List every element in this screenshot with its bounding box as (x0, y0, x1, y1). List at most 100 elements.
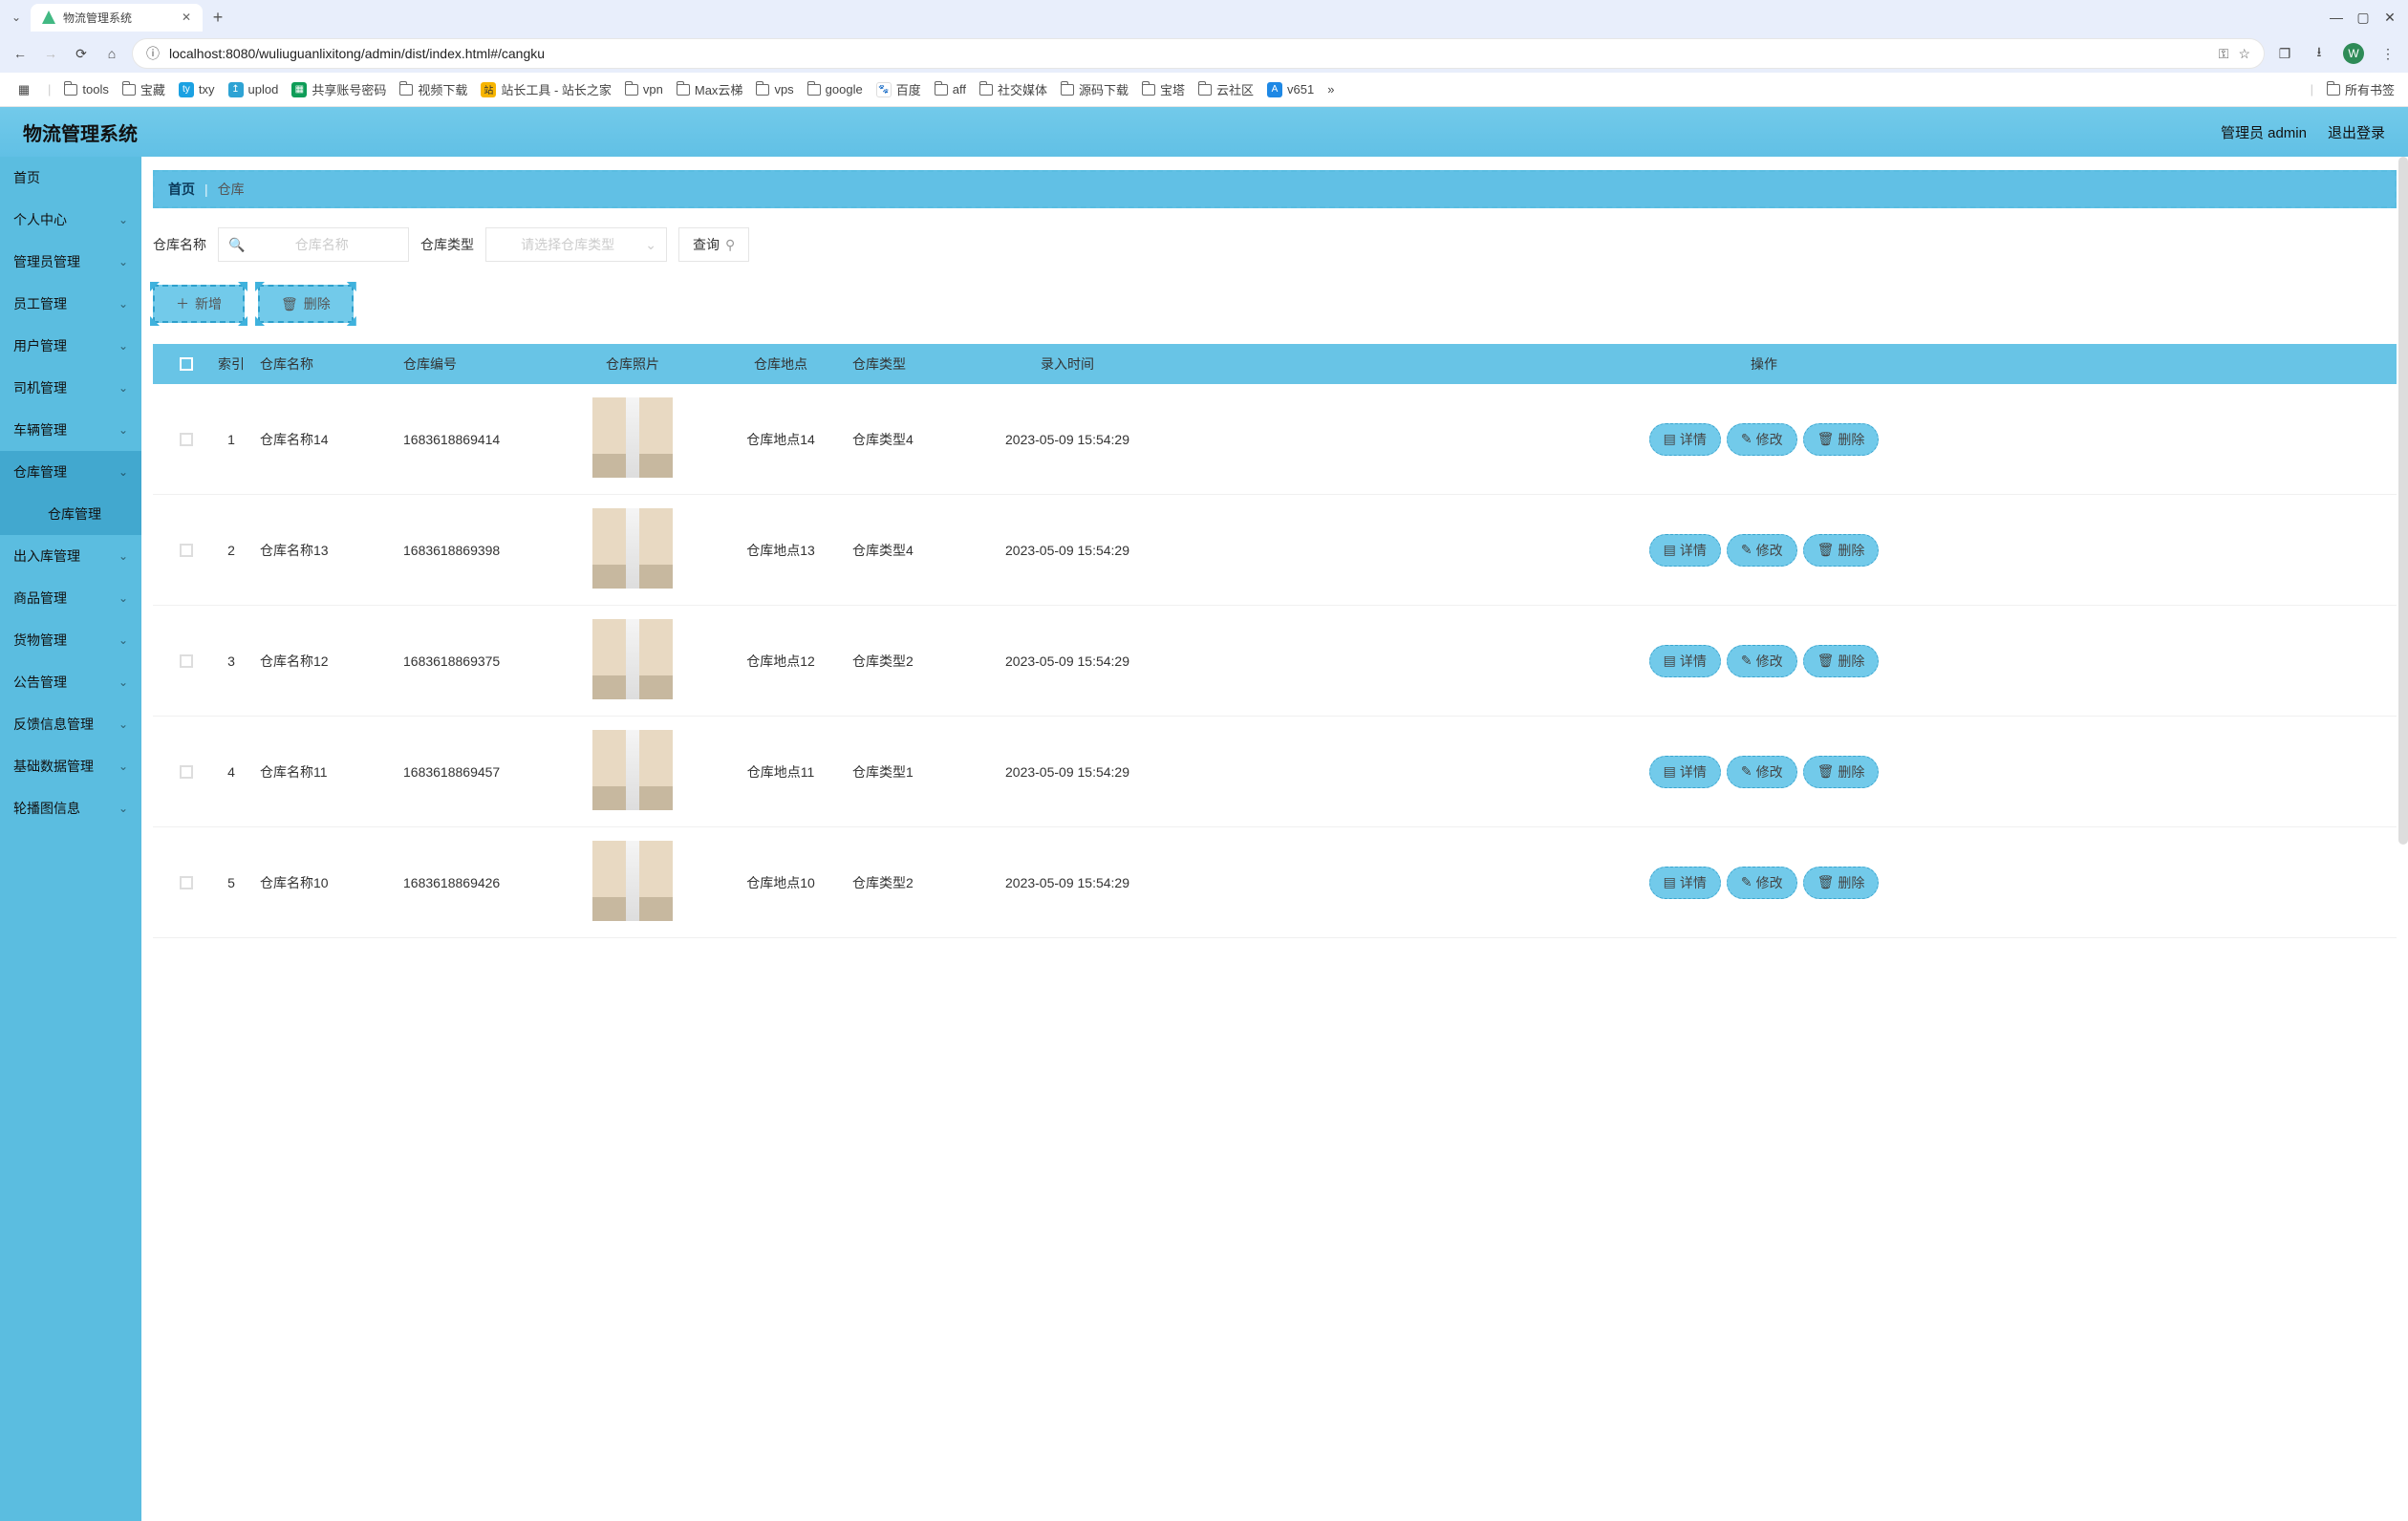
cell-index: 5 (203, 875, 260, 890)
edit-button[interactable]: ✎ 修改 (1727, 756, 1797, 788)
th-photo: 仓库照片 (556, 354, 709, 374)
password-key-icon[interactable]: ⚿ (2219, 46, 2229, 62)
sidebar-item[interactable]: 公告管理⌄ (0, 661, 141, 703)
sidebar-item[interactable]: 车辆管理⌄ (0, 409, 141, 451)
sidebar-item[interactable]: 出入库管理⌄ (0, 535, 141, 577)
warehouse-photo[interactable] (592, 397, 673, 478)
window-close-button[interactable]: ✕ (2379, 7, 2400, 28)
profile-avatar[interactable]: W (2343, 43, 2364, 64)
row-delete-button[interactable]: 🗑 删除 (1803, 534, 1880, 567)
sidebar-item[interactable]: 个人中心⌄ (0, 199, 141, 241)
detail-button[interactable]: ▤ 详情 (1649, 645, 1721, 677)
bookmark-item[interactable]: 站站长工具 - 站长之家 (481, 80, 612, 98)
bookmarks-overflow-icon[interactable]: » (1327, 82, 1334, 96)
tabs-dropdown-icon[interactable]: ⌄ (8, 9, 25, 26)
detail-button[interactable]: ▤ 详情 (1649, 423, 1721, 456)
detail-button[interactable]: ▤ 详情 (1649, 867, 1721, 899)
bookmark-item[interactable]: tools (64, 82, 108, 96)
kebab-menu-icon[interactable]: ⋮ (2377, 43, 2398, 64)
breadcrumb-home[interactable]: 首页 (168, 180, 195, 199)
sidebar-item[interactable]: 员工管理⌄ (0, 283, 141, 325)
search-type-select[interactable]: 请选择仓库类型 ⌄ (485, 227, 667, 262)
sidebar-item[interactable]: 司机管理 ⌄ (0, 367, 141, 409)
row-checkbox[interactable] (180, 544, 193, 557)
nav-reload-icon[interactable]: ⟳ (71, 43, 92, 64)
edit-button[interactable]: ✎ 修改 (1727, 423, 1797, 456)
window-minimize-button[interactable]: — (2326, 7, 2347, 28)
address-bar[interactable]: ⓘ localhost:8080/wuliuguanlixitong/admin… (132, 38, 2265, 69)
bookmark-item[interactable]: 云社区 (1198, 80, 1254, 98)
row-delete-button[interactable]: 🗑 删除 (1803, 645, 1880, 677)
row-checkbox[interactable] (180, 433, 193, 446)
edit-button[interactable]: ✎ 修改 (1727, 867, 1797, 899)
detail-button[interactable]: ▤ 详情 (1649, 756, 1721, 788)
browser-tab[interactable]: 物流管理系统 ✕ (31, 4, 203, 32)
sidebar-item[interactable]: 基础数据管理⌄ (0, 745, 141, 787)
delete-button[interactable]: 🗑删除 (258, 285, 354, 323)
sidebar-item-label: 反馈信息管理 (13, 715, 94, 734)
bookmark-item[interactable]: 视频下载 (399, 80, 467, 98)
trash-icon: 🗑 (1817, 431, 1835, 447)
bookmark-item[interactable]: 源码下载 (1061, 80, 1129, 98)
warehouse-photo[interactable] (592, 841, 673, 921)
row-delete-button[interactable]: 🗑 删除 (1803, 423, 1880, 456)
edit-button[interactable]: ✎ 修改 (1727, 645, 1797, 677)
select-all-checkbox[interactable] (180, 357, 193, 371)
sidebar-item[interactable]: 反馈信息管理⌄ (0, 703, 141, 745)
folder-icon (979, 84, 993, 96)
sidebar-item[interactable]: 管理员管理⌄ (0, 241, 141, 283)
chevron-down-icon: ⌄ (118, 381, 128, 395)
cell-loc: 仓库地点12 (709, 652, 852, 671)
bookmark-item[interactable]: Av651 (1267, 82, 1314, 97)
nav-home-icon[interactable]: ⌂ (101, 43, 122, 64)
logout-button[interactable]: 退出登录 (2328, 122, 2385, 142)
apps-grid-icon[interactable]: ▦ (13, 79, 34, 100)
row-delete-button[interactable]: 🗑 删除 (1803, 867, 1880, 899)
bookmark-item[interactable]: aff (935, 82, 966, 96)
bookmark-item[interactable]: vpn (625, 82, 663, 96)
warehouse-photo[interactable] (592, 730, 673, 810)
bookmark-item[interactable]: Max云梯 (677, 80, 743, 98)
sidebar-subitem[interactable]: 仓库管理 (0, 493, 141, 535)
query-button[interactable]: 查询 ⚲ (678, 227, 749, 262)
add-button[interactable]: ＋新增 (153, 285, 245, 323)
bookmark-item[interactable]: 宝塔 (1142, 80, 1185, 98)
bookmark-item[interactable]: 🐾百度 (876, 80, 921, 98)
sidebar-item[interactable]: 货物管理⌄ (0, 619, 141, 661)
row-delete-button[interactable]: 🗑 删除 (1803, 756, 1880, 788)
extensions-icon[interactable]: ❐ (2274, 43, 2295, 64)
sidebar-item[interactable]: 首页 (0, 157, 141, 199)
star-bookmark-icon[interactable]: ☆ (2238, 46, 2250, 62)
sidebar-item[interactable]: 仓库管理⌄ (0, 451, 141, 493)
downloads-icon[interactable]: ⭳ (2309, 43, 2330, 64)
sidebar-item[interactable]: 轮播图信息⌄ (0, 787, 141, 829)
current-user-label[interactable]: 管理员 admin (2221, 122, 2307, 142)
bookmark-item[interactable]: ↥uplod (228, 82, 279, 97)
bookmark-item[interactable]: tytxy (179, 82, 215, 97)
breadcrumb-current: 仓库 (218, 180, 245, 199)
warehouse-photo[interactable] (592, 619, 673, 699)
scrollbar[interactable] (2398, 157, 2408, 845)
search-name-input[interactable]: 🔍 仓库名称 (218, 227, 409, 262)
tab-close-icon[interactable]: ✕ (182, 11, 191, 24)
all-bookmarks-button[interactable]: 所有书签 (2327, 80, 2395, 98)
window-maximize-button[interactable]: ▢ (2353, 7, 2374, 28)
edit-button[interactable]: ✎ 修改 (1727, 534, 1797, 567)
bookmark-item[interactable]: vps (756, 82, 793, 96)
row-checkbox[interactable] (180, 876, 193, 889)
sidebar-item[interactable]: 商品管理⌄ (0, 577, 141, 619)
row-checkbox[interactable] (180, 654, 193, 668)
nav-forward-icon[interactable]: → (40, 43, 61, 64)
detail-button[interactable]: ▤ 详情 (1649, 534, 1721, 567)
sidebar-item-label: 司机管理 (13, 378, 67, 397)
bookmark-item[interactable]: ▦共享账号密码 (291, 80, 386, 98)
bookmark-item[interactable]: 宝藏 (122, 80, 165, 98)
row-checkbox[interactable] (180, 765, 193, 779)
sidebar-item[interactable]: 用户管理⌄ (0, 325, 141, 367)
new-tab-button[interactable]: + (208, 8, 227, 27)
cell-loc: 仓库地点10 (709, 873, 852, 892)
bookmark-item[interactable]: 社交媒体 (979, 80, 1047, 98)
warehouse-photo[interactable] (592, 508, 673, 589)
nav-back-icon[interactable]: ← (10, 43, 31, 64)
bookmark-item[interactable]: google (807, 82, 863, 96)
